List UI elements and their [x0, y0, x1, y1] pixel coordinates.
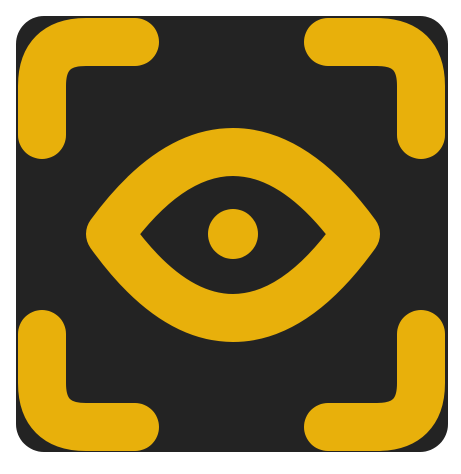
eye-scan-icon — [16, 16, 448, 452]
eye-pupil-icon — [208, 209, 258, 259]
app-icon — [0, 0, 461, 474]
